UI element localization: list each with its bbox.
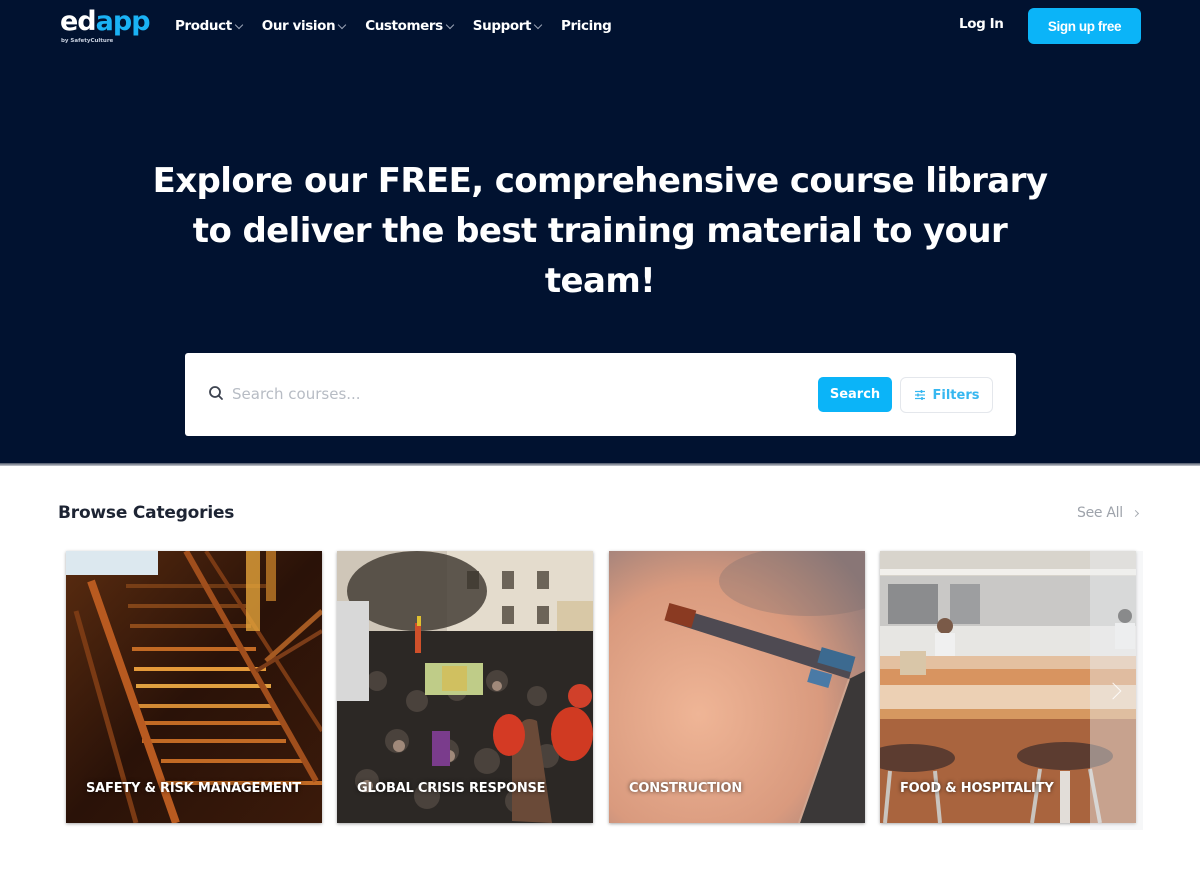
nav-item-our-vision[interactable]: Our vision [261, 18, 347, 34]
nav-menu: Product Our vision Customers Support Pri… [175, 15, 631, 37]
search-icon [209, 386, 223, 400]
login-link[interactable]: Log In [959, 16, 1004, 32]
category-card-safety-risk-management[interactable]: SAFETY & RISK MANAGEMENT [66, 551, 322, 823]
nav-item-customers[interactable]: Customers [365, 18, 455, 34]
category-card-global-crisis-response[interactable]: GLOBAL CRISIS RESPONSE [337, 551, 593, 823]
chevron-down-icon [533, 20, 543, 30]
nav-item-label: Support [472, 18, 532, 34]
edapp-logo[interactable]: edapp by SafetyCulture [60, 6, 160, 50]
category-card-construction[interactable]: CONSTRUCTION [609, 551, 865, 823]
category-label: FOOD & HOSPITALITY [900, 781, 1054, 796]
chevron-right-icon [1131, 509, 1139, 517]
nav-item-label: Product [175, 18, 232, 34]
chevron-down-icon [234, 20, 244, 30]
signup-button[interactable]: Sign up free [1028, 8, 1141, 44]
see-all-label: See All [1077, 505, 1123, 521]
nav-item-label: Our vision [261, 18, 336, 34]
top-navigation: edapp by SafetyCulture Product Our visio… [0, 0, 1200, 52]
search-button[interactable]: Search [818, 377, 892, 412]
chevron-right-icon [1104, 682, 1121, 699]
logo-subtitle: by SafetyCulture [61, 38, 114, 44]
category-label: GLOBAL CRISIS RESPONSE [357, 781, 546, 796]
see-all-link[interactable]: See All [1077, 505, 1139, 521]
browse-categories-heading: Browse Categories [58, 503, 235, 523]
category-label: SAFETY & RISK MANAGEMENT [86, 781, 301, 796]
nav-item-label: Pricing [561, 18, 612, 34]
category-label: CONSTRUCTION [629, 781, 743, 796]
nav-item-pricing[interactable]: Pricing [561, 18, 612, 34]
carousel-next-button[interactable] [1090, 551, 1143, 830]
nav-item-product[interactable]: Product [175, 18, 244, 34]
nav-item-support[interactable]: Support [472, 18, 543, 34]
hero-title: Explore our FREE, comprehensive course l… [152, 161, 1048, 301]
nav-item-label: Customers [365, 18, 443, 34]
logo-app-text: app [95, 6, 151, 37]
logo-ed-text: ed [60, 6, 97, 37]
search-input[interactable] [232, 381, 792, 407]
chevron-down-icon [445, 20, 455, 30]
hero-divider [0, 463, 1200, 466]
chevron-down-icon [337, 20, 347, 30]
filters-button[interactable]: Filters [900, 377, 993, 413]
logo-wordmark: edapp [60, 6, 151, 38]
category-carousel: SAFETY & RISK MANAGEMENT GLOBAL CRISIS R… [66, 551, 1146, 823]
sliders-icon [914, 390, 925, 400]
search-bar: Search Filters [185, 353, 1016, 436]
filters-label: Filters [932, 387, 980, 403]
